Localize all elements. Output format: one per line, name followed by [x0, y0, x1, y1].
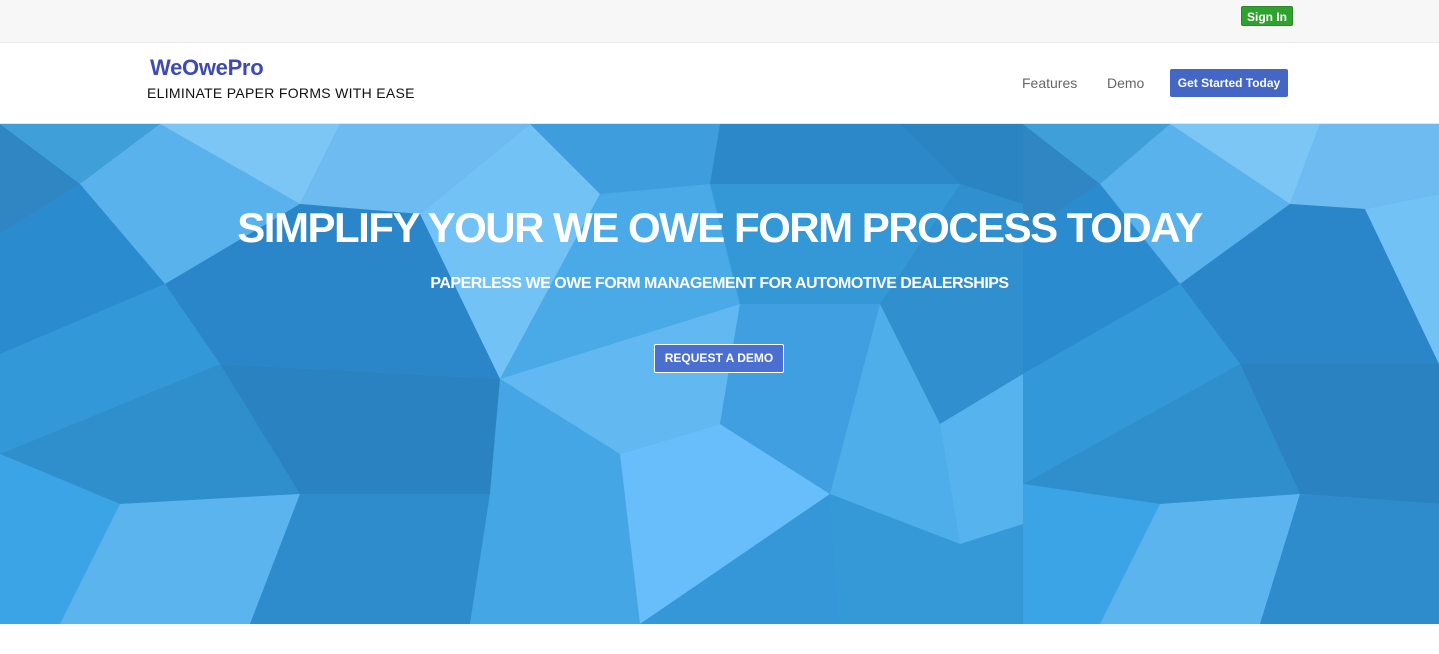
hero-section: SIMPLIFY YOUR WE OWE FORM PROCESS TODAY … — [0, 124, 1439, 624]
nav-link-demo[interactable]: Demo — [1107, 75, 1144, 91]
nav-link-features[interactable]: Features — [1022, 75, 1077, 91]
get-started-button[interactable]: Get Started Today — [1170, 69, 1288, 97]
top-bar: Sign In — [0, 0, 1439, 43]
hero-title: SIMPLIFY YOUR WE OWE FORM PROCESS TODAY — [237, 204, 1203, 251]
hero-background — [0, 124, 1439, 624]
brand-logo[interactable]: WeOwePro — [150, 55, 264, 81]
sign-in-button[interactable]: Sign In — [1241, 6, 1293, 26]
hero-subtitle: PAPERLESS WE OWE FORM MANAGEMENT FOR AUT… — [430, 275, 1009, 292]
site-header: WeOwePro ELIMINATE PAPER FORMS WITH EASE… — [0, 43, 1439, 124]
tagline: ELIMINATE PAPER FORMS WITH EASE — [147, 85, 415, 101]
request-demo-button[interactable]: REQUEST A DEMO — [654, 344, 784, 373]
